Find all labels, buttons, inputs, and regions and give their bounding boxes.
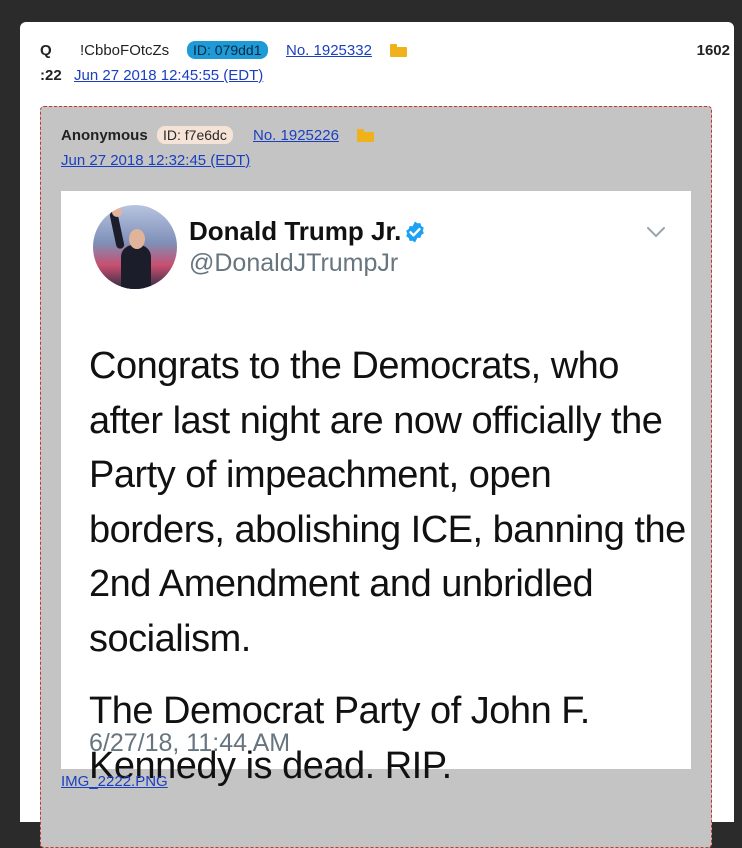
quoted-poster-id-badge[interactable]: ID: f7e6dc	[157, 126, 233, 144]
quoted-post: Anonymous ID: f7e6dc No. 1925226 Jun 27 …	[40, 106, 712, 848]
tweet-display-name: Donald Trump Jr.	[189, 216, 402, 246]
quoted-post-timestamp-link[interactable]: Jun 27 2018 12:32:45 (EDT)	[61, 152, 250, 169]
time-prefix: :22	[40, 67, 62, 84]
q-post: Q !CbboFOtcZs ID: 079dd1 No. 1925332 160…	[20, 22, 734, 848]
poster-name: Q	[40, 42, 52, 59]
tweet-paragraph: Congrats to the Democrats, who after las…	[89, 345, 686, 660]
verified-icon	[406, 221, 424, 243]
quoted-poster-name: Anonymous	[61, 127, 148, 144]
post-number-link[interactable]: No. 1925332	[286, 42, 372, 59]
quoted-post-number-link[interactable]: No. 1925226	[253, 127, 339, 144]
folder-icon[interactable]	[357, 129, 374, 142]
poster-id-badge[interactable]: ID: 079dd1	[187, 41, 268, 59]
quoted-post-header: Anonymous ID: f7e6dc No. 1925226 Jun 27 …	[61, 126, 681, 187]
post-timestamp-link[interactable]: Jun 27 2018 12:45:55 (EDT)	[74, 67, 263, 84]
tweet-handle: @DonaldJTrumpJr	[189, 249, 399, 277]
chevron-down-icon	[647, 227, 665, 238]
tripcode: !CbboFOtcZs	[80, 42, 170, 59]
avatar	[93, 205, 177, 289]
tweet-screenshot-image[interactable]: Donald Trump Jr. @DonaldJTrumpJr Congrat…	[61, 191, 691, 787]
tweet-date: 6/27/18, 11:44 AM	[89, 729, 291, 757]
folder-icon[interactable]	[390, 44, 407, 57]
post-counter: 1602	[696, 42, 730, 59]
post-header: Q !CbboFOtcZs ID: 079dd1 No. 1925332 160…	[40, 41, 730, 102]
image-filename-link[interactable]: IMG_2222.PNG	[61, 773, 168, 790]
